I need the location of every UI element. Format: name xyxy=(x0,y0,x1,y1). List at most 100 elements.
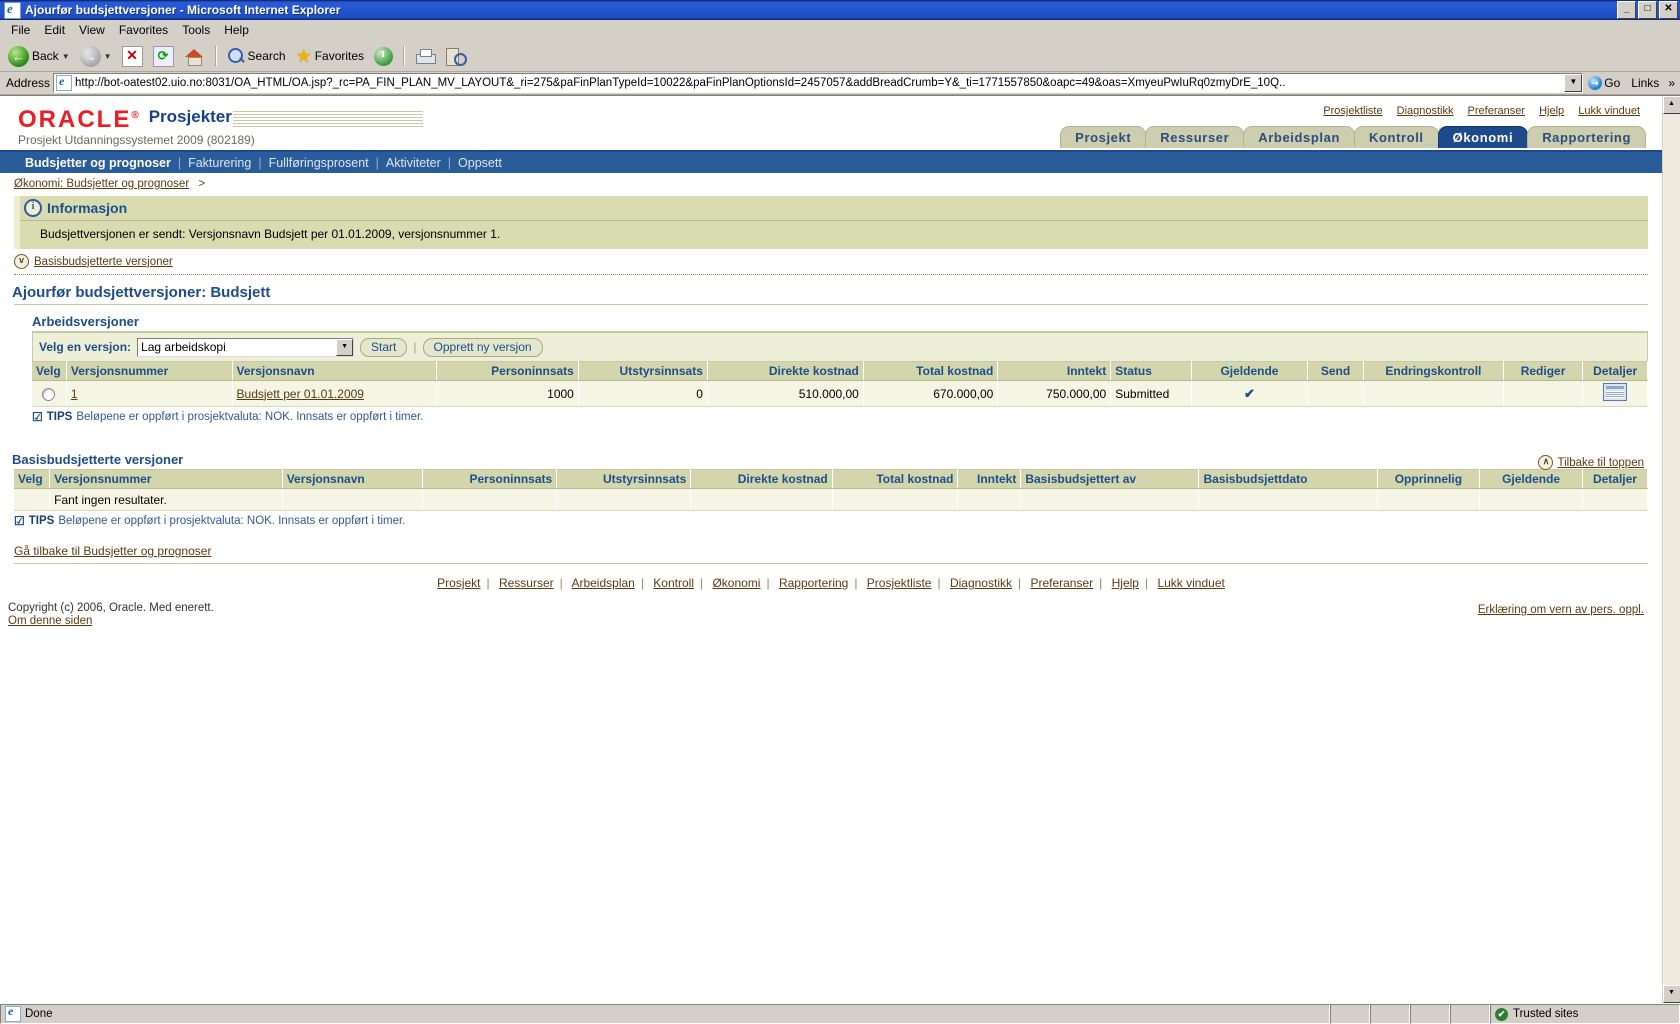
version-number-link[interactable]: 1 xyxy=(71,387,78,401)
hide-show-baseline[interactable]: v Basisbudsjetterte versjoner xyxy=(0,249,1662,271)
bcell-direkte-kostnad xyxy=(690,488,833,511)
version-name-link[interactable]: Budsjett per 01.01.2009 xyxy=(237,387,364,401)
toolbar-divider-1 xyxy=(214,46,217,66)
global-link-hjelp[interactable]: Hjelp xyxy=(1539,105,1564,117)
detaljer-icon[interactable] xyxy=(1603,383,1628,401)
back-to-top-label[interactable]: Tilbake til toppen xyxy=(1557,457,1644,469)
bcol-versjonsnummer: Versjonsnummer xyxy=(49,469,283,489)
search-button[interactable]: Search xyxy=(223,42,290,70)
edit-button[interactable] xyxy=(441,42,469,70)
history-button[interactable] xyxy=(370,42,397,70)
tab-okonomi[interactable]: Økonomi xyxy=(1437,126,1529,148)
back-to-top[interactable]: ∧ Tilbake til toppen xyxy=(1538,455,1644,470)
refresh-button[interactable]: ⟳ xyxy=(149,42,178,70)
footer-link-preferanser[interactable]: Preferanser xyxy=(1030,576,1093,590)
go-arrow-icon: ➜ xyxy=(1588,76,1603,90)
cell-detaljer[interactable] xyxy=(1582,380,1648,407)
chevron-down-icon[interactable]: ▼ xyxy=(62,52,70,61)
back-to-budgets-link[interactable]: Gå tilbake til Budsjetter og prognoser xyxy=(14,544,211,558)
menu-tools[interactable]: Tools xyxy=(175,21,217,39)
subnav-fakturering[interactable]: Fakturering xyxy=(181,156,258,170)
hide-show-label[interactable]: Basisbudsjetterte versjoner xyxy=(34,256,173,268)
favorites-button[interactable]: ★ Favorites xyxy=(292,42,369,70)
breadcrumb-link[interactable]: Økonomi: Budsjetter og prognoser xyxy=(14,178,189,190)
create-version-button[interactable]: Opprett ny versjon xyxy=(422,337,543,357)
page-favicon xyxy=(56,74,73,91)
bcol-detaljer: Detaljer xyxy=(1582,469,1649,489)
close-button[interactable]: ✕ xyxy=(1659,1,1678,19)
tab-arbeidsplan[interactable]: Arbeidsplan xyxy=(1243,126,1356,148)
cell-inntekt: 750.000,00 xyxy=(997,380,1112,407)
baseline-versions-heading: Basisbudsjetterte versjoner xyxy=(12,452,184,467)
links-label[interactable]: Links xyxy=(1628,76,1662,90)
subnav-budsjetter-og-prognoser[interactable]: Budsjetter og prognoser xyxy=(18,156,178,170)
cell-direkte-kostnad: 510.000,00 xyxy=(707,380,864,407)
bcell-inntekt xyxy=(957,488,1022,511)
maximize-button[interactable]: □ xyxy=(1638,1,1657,19)
forward-button[interactable]: → ▼ xyxy=(76,42,116,70)
bcol-versjonsnavn: Versjonsnavn xyxy=(282,469,424,489)
chevron-down-icon-forward[interactable]: ▼ xyxy=(104,52,112,61)
footer-link-kontroll[interactable]: Kontroll xyxy=(653,576,694,590)
history-icon xyxy=(374,46,394,66)
menu-view[interactable]: View xyxy=(72,21,112,39)
footer-link-rapportering[interactable]: Rapportering xyxy=(779,576,848,590)
scroll-track[interactable] xyxy=(1663,114,1680,985)
print-button[interactable] xyxy=(411,42,439,70)
status-done-cell: Done xyxy=(0,1004,1330,1024)
bcol-inntekt: Inntekt xyxy=(957,469,1022,489)
start-button[interactable]: Start xyxy=(360,337,408,357)
subnav-aktiviteter[interactable]: Aktiviteter xyxy=(379,156,448,170)
footer-link-hjelp[interactable]: Hjelp xyxy=(1112,576,1139,590)
about-page-link[interactable]: Om denne siden xyxy=(8,615,92,627)
global-link-lukk-vinduet[interactable]: Lukk vinduet xyxy=(1578,105,1640,117)
sub-navigation: Budsjetter og prognoser | Fakturering | … xyxy=(0,150,1662,173)
cell-versjonsnavn: Budsjett per 01.01.2009 xyxy=(232,380,437,407)
footer-link-okonomi[interactable]: Økonomi xyxy=(712,576,760,590)
window-buttons: _ □ ✕ xyxy=(1617,1,1678,19)
footer-link-arbeidsplan[interactable]: Arbeidsplan xyxy=(571,576,634,590)
back-button[interactable]: ← Back ▼ xyxy=(4,42,74,70)
tab-prosjekt[interactable]: Prosjekt xyxy=(1060,126,1147,148)
links-chevron-icon[interactable]: » xyxy=(1665,76,1678,90)
bcell-basisbudsjettdato xyxy=(1198,488,1378,511)
vertical-scrollbar[interactable]: ▲ ▼ xyxy=(1662,96,1680,1003)
home-button[interactable] xyxy=(180,42,209,70)
bcol-opprinnelig: Opprinnelig xyxy=(1377,469,1481,489)
footer-link-ressurser[interactable]: Ressurser xyxy=(499,576,554,590)
radio-button-icon[interactable] xyxy=(42,387,56,401)
footer-link-prosjekt[interactable]: Prosjekt xyxy=(437,576,480,590)
version-select-chevron-down-icon[interactable]: ▼ xyxy=(336,338,354,356)
status-cell-2 xyxy=(1370,1004,1410,1024)
back-label: Back xyxy=(32,49,59,63)
subnav-oppsett[interactable]: Oppsett xyxy=(451,156,509,170)
menu-edit[interactable]: Edit xyxy=(37,21,72,39)
tab-ressurser[interactable]: Ressurser xyxy=(1145,126,1245,148)
menu-favorites[interactable]: Favorites xyxy=(112,21,175,39)
scroll-down-button[interactable]: ▼ xyxy=(1662,985,1680,1003)
global-link-preferanser[interactable]: Preferanser xyxy=(1468,105,1525,117)
stop-button[interactable]: ✕ xyxy=(118,42,147,70)
address-input[interactable]: http://bot-oatest02.uio.no:8031/OA_HTML/… xyxy=(53,73,1584,93)
menu-help[interactable]: Help xyxy=(217,21,256,39)
minimize-button[interactable]: _ xyxy=(1617,1,1636,19)
address-dropdown-button[interactable]: ▼ xyxy=(1564,74,1583,92)
scroll-up-button[interactable]: ▲ xyxy=(1662,96,1680,114)
bcol-velg: Velg xyxy=(14,469,51,489)
go-button[interactable]: ➜ Go xyxy=(1586,75,1625,91)
footer-link-diagnostikk[interactable]: Diagnostikk xyxy=(950,576,1012,590)
subnav-fullforingsprosent[interactable]: Fullføringsprosent xyxy=(262,156,376,170)
cell-send xyxy=(1307,380,1364,407)
footer-link-prosjektliste[interactable]: Prosjektliste xyxy=(867,576,932,590)
menu-file[interactable]: File xyxy=(4,21,37,39)
baseline-versions-table: Velg Versjonsnummer Versjonsnavn Personi… xyxy=(14,469,1649,511)
global-link-diagnostikk[interactable]: Diagnostikk xyxy=(1397,105,1454,117)
cell-velg-radio[interactable] xyxy=(32,380,67,407)
window-title: Ajourfør budsjettversjoner - Microsoft I… xyxy=(25,3,341,17)
global-link-prosjektliste[interactable]: Prosjektliste xyxy=(1323,105,1382,117)
footer-link-lukk-vinduet[interactable]: Lukk vinduet xyxy=(1157,576,1224,590)
tab-kontroll[interactable]: Kontroll xyxy=(1354,126,1439,148)
privacy-link[interactable]: Erklæring om vern av pers. oppl. xyxy=(1478,604,1644,616)
tab-rapportering[interactable]: Rapportering xyxy=(1527,126,1646,148)
version-select[interactable]: Lag arbeidskopi ▼ xyxy=(137,337,355,357)
